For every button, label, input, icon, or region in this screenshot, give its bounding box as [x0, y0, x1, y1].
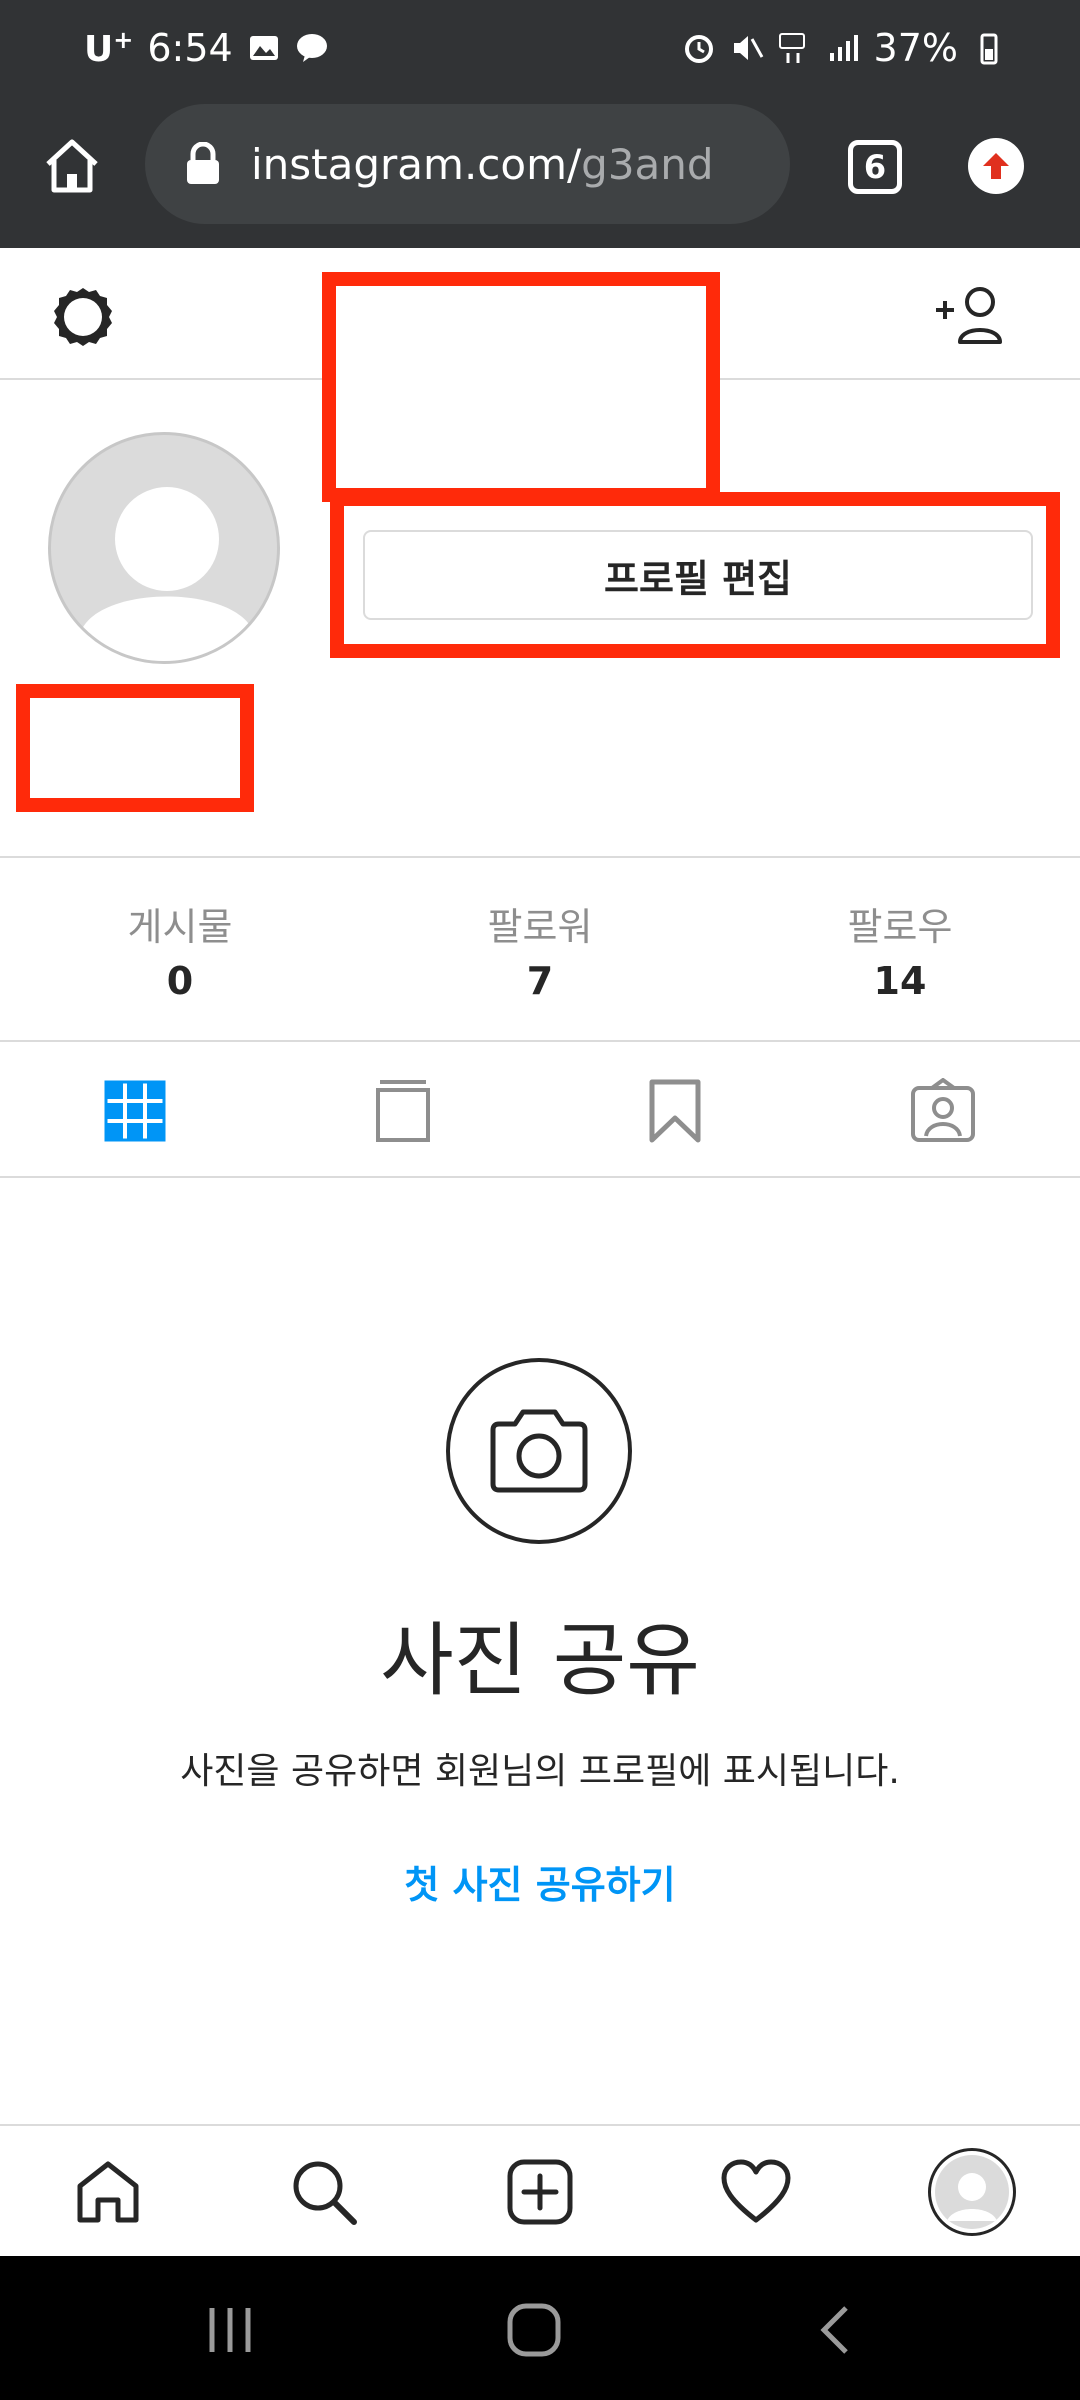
carrier-label: U+: [84, 26, 134, 70]
url-text: instagram.com/g3and: [251, 139, 714, 189]
share-first-photo-link[interactable]: 첫 사진 공유하기: [0, 1854, 1080, 1909]
camera-icon: [490, 1409, 588, 1493]
update-icon[interactable]: [968, 138, 1024, 194]
battery-percent: 37%: [873, 26, 958, 70]
battery-icon: [980, 33, 998, 65]
stat-following[interactable]: 팔로우 14: [720, 858, 1080, 1040]
stat-value: 0: [166, 958, 194, 1003]
new-post-icon[interactable]: [504, 2156, 576, 2228]
system-home-icon[interactable]: [504, 2300, 564, 2360]
search-icon[interactable]: [288, 2156, 360, 2228]
stat-posts: 게시물 0: [0, 858, 360, 1040]
empty-state-description: 사진을 공유하면 회원님의 프로필에 표시됩니다.: [180, 1751, 900, 1792]
system-navigation-bar: [0, 2256, 1080, 2400]
tab-switcher-button[interactable]: 6: [848, 140, 902, 194]
home-icon[interactable]: [72, 2156, 144, 2228]
mute-icon: [733, 36, 763, 60]
stat-value: 14: [873, 958, 927, 1003]
tagged-icon[interactable]: [910, 1078, 976, 1144]
gallery-notification-icon: [249, 36, 278, 60]
network-5g-icon: [778, 33, 805, 63]
home-icon[interactable]: [42, 136, 102, 196]
status-time: 6:54: [147, 26, 233, 70]
stat-followers[interactable]: 팔로워 7: [360, 858, 720, 1040]
saved-icon[interactable]: [642, 1078, 708, 1144]
grid-icon[interactable]: [102, 1078, 168, 1144]
recent-apps-icon[interactable]: [200, 2300, 260, 2360]
default-avatar-icon: [935, 2155, 1009, 2229]
address-bar[interactable]: instagram.com/g3and: [145, 104, 790, 224]
talk-notification-icon: [296, 34, 327, 62]
redaction-frame-edit-button: [330, 492, 1060, 658]
igtv-icon[interactable]: [370, 1078, 436, 1144]
redacted-username: [322, 272, 720, 502]
signal-icon: [829, 35, 858, 61]
back-icon[interactable]: [806, 2300, 866, 2360]
profile-stats: 게시물 0 팔로워 7 팔로우 14: [0, 856, 1080, 1042]
empty-state-title: 사진 공유: [380, 1614, 700, 1707]
lock-icon: [187, 142, 219, 184]
browser-toolbar: instagram.com/g3and 6: [0, 100, 1080, 248]
profile-tabs: [0, 1042, 1080, 1178]
status-bar: U+ 6:54 37%: [0, 0, 1080, 100]
bottom-navigation: [0, 2124, 1080, 2256]
camera-empty-state: [446, 1358, 632, 1544]
profile-avatar[interactable]: [48, 432, 280, 664]
default-avatar-icon: [81, 487, 253, 661]
alarm-icon: [684, 35, 713, 63]
add-person-icon[interactable]: [932, 284, 1008, 348]
profile-nav-avatar[interactable]: [928, 2148, 1016, 2236]
heart-icon[interactable]: [720, 2156, 792, 2228]
stat-label: 게시물: [127, 904, 233, 949]
stat-value: 7: [526, 958, 554, 1003]
stat-label: 팔로워: [487, 904, 593, 949]
redacted-display-name: [16, 684, 254, 812]
status-left: U+ 6:54: [84, 26, 329, 70]
status-right: 37%: [682, 26, 1006, 70]
stat-label: 팔로우: [847, 904, 953, 949]
settings-icon[interactable]: [48, 282, 118, 352]
